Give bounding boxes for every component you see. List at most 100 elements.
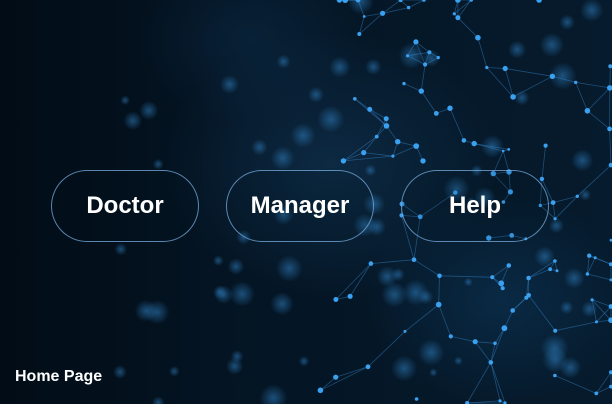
- bokeh-dot: [123, 111, 143, 131]
- network-edge: [504, 310, 514, 329]
- network-node: [342, 0, 349, 3]
- bokeh-dot: [152, 158, 164, 170]
- network-node: [485, 65, 489, 70]
- network-node: [543, 143, 548, 148]
- bokeh-dot: [120, 95, 130, 106]
- network-node: [536, 0, 542, 3]
- network-node: [507, 148, 511, 151]
- network-node: [433, 111, 439, 116]
- bokeh-dot: [259, 384, 288, 404]
- network-node: [526, 293, 531, 298]
- network-node: [471, 140, 477, 147]
- network-edge: [595, 257, 612, 265]
- network-node: [333, 374, 339, 380]
- network-node: [383, 116, 389, 122]
- bokeh-dot: [227, 258, 245, 275]
- network-node: [452, 12, 456, 16]
- network-node: [594, 391, 599, 396]
- network-node: [555, 269, 559, 273]
- network-edge: [420, 90, 437, 114]
- network-edge: [587, 110, 610, 130]
- network-node: [553, 328, 558, 333]
- network-node: [362, 15, 366, 18]
- bokeh-dot: [229, 281, 255, 307]
- network-node: [406, 5, 411, 10]
- network-edge: [554, 196, 578, 219]
- network-node: [340, 158, 347, 164]
- network-node: [506, 263, 512, 268]
- network-node: [498, 399, 502, 403]
- network-node: [436, 55, 440, 60]
- network-node: [411, 257, 417, 263]
- network-edge: [349, 263, 372, 297]
- bokeh-dot: [463, 277, 473, 287]
- network-node: [361, 150, 367, 156]
- network-edge: [490, 328, 505, 363]
- network-node: [448, 334, 453, 339]
- network-node: [472, 339, 478, 345]
- network-node: [413, 143, 420, 150]
- network-edge: [335, 366, 369, 378]
- manager-button[interactable]: Manager: [226, 170, 374, 242]
- bokeh-dot: [317, 105, 345, 133]
- network-edge: [466, 362, 492, 404]
- bokeh-dot: [402, 279, 429, 306]
- network-edge: [439, 275, 493, 278]
- bokeh-dot: [559, 14, 575, 30]
- bokeh-dot: [251, 139, 268, 156]
- network-node: [585, 272, 590, 276]
- network-edge: [404, 304, 439, 332]
- bokeh-dot: [230, 350, 244, 363]
- network-node: [593, 256, 597, 260]
- bokeh-dot: [429, 368, 438, 377]
- network-edge: [555, 321, 597, 332]
- bokeh-dot: [212, 255, 224, 267]
- network-edge: [363, 152, 393, 157]
- network-edge: [449, 108, 465, 141]
- bokeh-dot: [152, 396, 165, 404]
- bokeh-dot: [364, 164, 377, 177]
- network-node: [475, 34, 481, 41]
- network-node: [406, 54, 410, 58]
- network-edge: [457, 17, 479, 38]
- network-edge: [320, 366, 369, 391]
- bokeh-dot: [580, 0, 604, 22]
- network-edge: [505, 68, 553, 77]
- bokeh-dot: [559, 356, 582, 379]
- bokeh-dot: [508, 40, 527, 59]
- network-node: [510, 94, 516, 100]
- bokeh-dot: [391, 355, 418, 382]
- bokeh-dot: [398, 42, 425, 69]
- network-node: [490, 275, 495, 280]
- network-node: [455, 0, 461, 3]
- network-edge: [343, 155, 393, 162]
- help-button[interactable]: Help: [401, 170, 549, 242]
- bokeh-dot: [220, 74, 240, 94]
- network-node: [553, 217, 557, 221]
- network-edge: [528, 268, 551, 279]
- network-edge: [343, 136, 377, 162]
- page-title: Home Page: [15, 368, 103, 385]
- network-edge: [486, 67, 506, 69]
- bokeh-dot: [276, 255, 303, 282]
- network-node: [414, 397, 419, 401]
- bokeh-dot: [559, 300, 574, 315]
- network-node: [553, 373, 557, 378]
- bokeh-dot: [534, 246, 555, 267]
- network-node: [435, 301, 442, 308]
- network-node: [502, 65, 508, 72]
- network-edge: [370, 259, 415, 264]
- bokeh-dot: [144, 300, 170, 325]
- network-node: [501, 325, 508, 332]
- network-edge: [541, 145, 546, 179]
- bokeh-dot: [548, 218, 564, 234]
- network-node: [550, 200, 556, 206]
- network-node: [584, 108, 591, 114]
- network-node: [461, 138, 467, 143]
- network-edge: [420, 64, 426, 92]
- bokeh-dot: [540, 334, 569, 362]
- network-node: [548, 267, 552, 272]
- network-node: [317, 387, 324, 394]
- doctor-button[interactable]: Doctor: [51, 170, 199, 242]
- network-node: [347, 293, 353, 299]
